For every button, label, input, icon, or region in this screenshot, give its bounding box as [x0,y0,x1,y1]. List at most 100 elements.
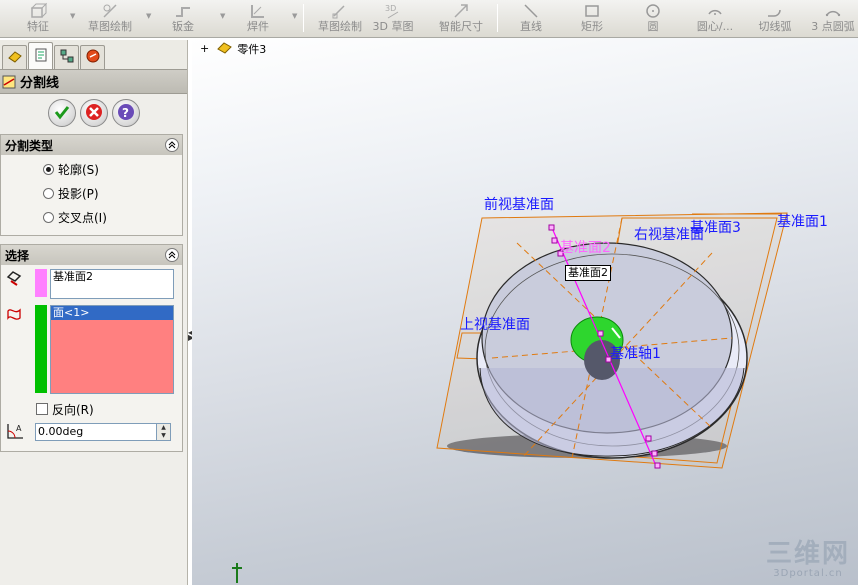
collapse-up-icon[interactable] [165,248,179,262]
tab-configuration-manager[interactable] [54,45,79,69]
axis1-label[interactable]: 基准轴1 [610,343,661,363]
spin-up-icon[interactable]: ▲ [157,424,170,432]
radio-label: 交叉点(I) [58,210,107,225]
selection-group: 选择 基准面2 面<1> 反向(R) A 0.00deg ▲ ▼ [0,244,183,452]
3d-sketch-label: 3D 草图 [372,20,414,33]
feature-button[interactable]: 特征 [22,0,54,38]
watermark-logo: 三维网 3Dportal.cn [766,540,850,579]
radio-label: 投影(P) [58,186,99,201]
radio-button-selected[interactable] [43,163,54,175]
action-buttons: ? [0,94,187,132]
dimxpert-icon [85,48,101,67]
rectangle-button[interactable]: 矩形 [579,0,605,38]
svg-text:3D: 3D [385,4,396,13]
tangent-arc-button[interactable]: 切线弧 [756,0,794,38]
sheet-metal-label: 钣金 [172,20,194,33]
split-line-icon [2,75,16,89]
sheet-metal-dropdown-icon[interactable]: ▼ [220,12,225,20]
3d-sketch-button[interactable]: 3D 3D 草图 [373,0,414,38]
tab-dimxpert-manager[interactable] [80,45,105,69]
angle-spinner[interactable]: ▲ ▼ [157,423,171,441]
graphics-viewport[interactable]: + 零件3 前视基准面 基准面3 基准面1 右视基准面 基准面2 上视基准面 基… [192,38,858,585]
circle-button[interactable]: 圆 [644,0,662,38]
handle-point [654,462,661,469]
property-title: 分割线 [20,76,60,91]
reverse-checkbox[interactable] [36,403,48,415]
weldment-button[interactable]: 焊件 [243,0,273,38]
collapse-up-icon[interactable] [165,138,179,152]
radio-projection[interactable]: 投影(P) [1,181,182,205]
line-label: 直线 [520,20,542,33]
smart-dimension-label: 智能尺寸 [439,20,483,33]
reverse-checkbox-row[interactable]: 反向(R) [1,398,182,420]
plane-selection-box[interactable]: 基准面2 [50,269,174,299]
spin-down-icon[interactable]: ▼ [157,432,170,440]
model-scene[interactable] [192,38,858,585]
circle-label: 圆 [647,20,659,33]
tangent-arc-icon [766,2,784,20]
weldment-dropdown-icon[interactable]: ▼ [292,12,297,20]
property-icon [33,47,49,66]
command-toolbar: 特征 ▼ 草图绘制 ▼ 钣金 ▼ 焊件 ▼ 草图绘制 3D 3D 草图 智能尺寸… [0,0,858,38]
reverse-label: 反向(R) [52,402,94,417]
three-point-arc-label: 3 点圆弧 [811,20,855,33]
tab-property-manager[interactable] [28,42,53,69]
radio-silhouette[interactable]: 轮廓(S) [1,157,182,181]
feature-dropdown-icon[interactable]: ▼ [70,12,75,20]
hover-tooltip: 基准面2 [565,265,611,281]
sheet-metal-button[interactable]: 钣金 [168,0,198,38]
cancel-button[interactable] [79,99,108,127]
three-point-arc-button[interactable]: 3 点圆弧 [810,0,856,38]
centerpoint-arc-button[interactable]: 圆心/... [690,0,740,38]
split-type-heading: 分割类型 [5,138,54,153]
close-icon [85,103,103,124]
plane-selection-item[interactable]: 基准面2 [51,270,173,284]
svg-text:A: A [16,424,22,433]
radio-intersection[interactable]: 交叉点(I) [1,205,182,229]
rectangle-icon [583,2,601,20]
weldment-label: 焊件 [247,20,269,33]
sketch-icon [331,2,349,20]
radio-button[interactable] [43,211,54,223]
line-button[interactable]: 直线 [518,0,544,38]
sketch-dropdown-icon[interactable]: ▼ [146,12,151,20]
3d-sketch-icon: 3D [384,2,402,20]
face-selection-box[interactable]: 面<1> [50,305,174,394]
toolbar-separator [303,4,304,32]
split-type-header[interactable]: 分割类型 [1,135,182,155]
feature-button-label: 特征 [27,20,49,33]
selection-heading: 选择 [5,248,30,263]
help-icon: ? [117,103,135,124]
sketch-label: 草图绘制 [318,20,362,33]
front-plane-label[interactable]: 前视基准面 [484,194,554,214]
three-point-arc-icon [824,2,842,20]
ok-button[interactable] [47,99,76,127]
face-color-bar [35,305,47,393]
plane1-label[interactable]: 基准面1 [777,211,828,231]
handle-point [597,330,604,337]
angle-input[interactable]: 0.00deg [35,423,157,441]
smart-dimension-icon [452,2,470,20]
help-button[interactable]: ? [111,99,140,127]
manager-tabs [0,40,187,70]
tab-feature-manager[interactable] [2,45,27,69]
right-plane-label[interactable]: 右视基准面 [634,224,704,244]
smart-dimension-button[interactable]: 智能尺寸 [436,0,486,38]
configuration-icon [59,48,75,67]
weldment-icon [249,2,267,20]
sketch-button[interactable]: 草图绘制 [314,0,366,38]
watermark-sub: 3Dportal.cn [773,568,843,579]
line-icon [522,2,540,20]
selection-header[interactable]: 选择 [1,245,182,265]
radio-button[interactable] [43,187,54,199]
rectangle-label: 矩形 [581,20,603,33]
property-manager-panel: 分割线 ? 分割类型 轮廓(S) 投影(P) 交叉点(I) 选择 基准面2 面<… [0,40,188,585]
top-plane-label[interactable]: 上视基准面 [460,314,530,334]
plane2-label[interactable]: 基准面2 [560,237,611,257]
sketch-tab-button[interactable]: 草图绘制 [82,0,138,38]
split-type-group: 分割类型 轮廓(S) 投影(P) 交叉点(I) [0,134,183,236]
face-select-icon [5,305,27,325]
sketch-icon [101,2,119,20]
face-selection-item[interactable]: 面<1> [51,306,173,320]
handle-point [645,435,652,442]
